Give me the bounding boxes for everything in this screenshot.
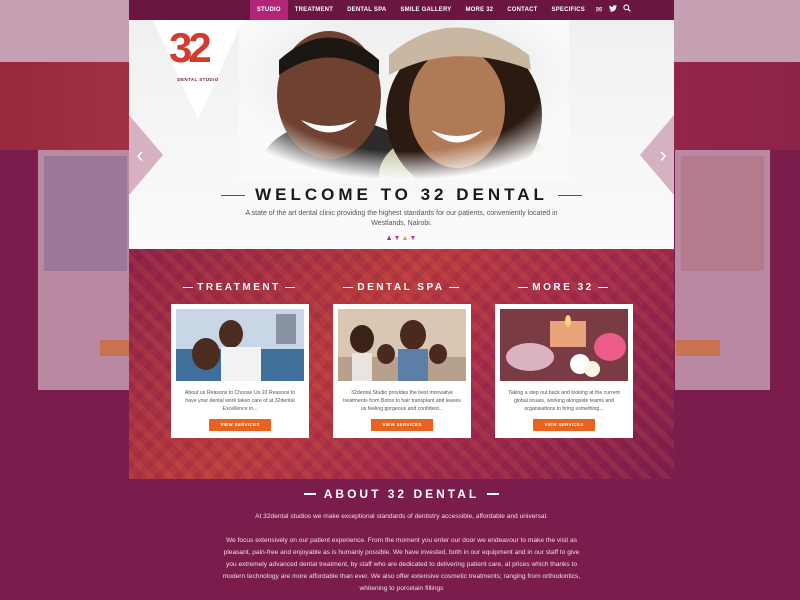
dental-spa-card: 32dental Studio provides the best innova… [333, 304, 471, 438]
backdrop-button-right [676, 340, 720, 356]
title-dash-left [221, 194, 246, 196]
top-navigation: STUDIO TREATMENT DENTAL SPA SMILE GALLER… [129, 0, 674, 20]
treatment-view-services-button[interactable]: VIEW SERVICES [209, 419, 271, 431]
services-section: TREATMENT DENTAL SPA MORE 32 About us Re… [129, 249, 674, 479]
hero-banner: 32 DENTAL STUDIO ‹ › WELCOME TO 32 DENTA… [129, 20, 674, 249]
nav-item-treatment[interactable]: TREATMENT [288, 0, 340, 20]
logo-text: DENTAL STUDIO [177, 77, 219, 82]
mail-icon[interactable]: ✉ [592, 0, 606, 20]
treatment-photo [176, 309, 304, 381]
nav-item-contact[interactable]: CONTACT [500, 0, 544, 20]
more-32-card: Taking a step out back and looking at th… [495, 304, 633, 438]
more-32-description: Taking a step out back and looking at th… [508, 390, 620, 412]
brand-logo[interactable]: 32 DENTAL STUDIO [153, 20, 243, 120]
treatment-heading: TREATMENT [169, 282, 309, 293]
hero-couple-photo [239, 20, 569, 180]
title-dash-right [557, 194, 582, 196]
about-section: ABOUT 32 DENTAL At 32dental studios we m… [129, 479, 674, 600]
dental-spa-view-services-button[interactable]: VIEW SERVICES [371, 419, 433, 431]
about-intro-text: At 32dental studios we make exceptional … [255, 513, 548, 520]
dental-spa-description: 32dental Studio provides the best innova… [343, 390, 461, 412]
nav-item-dental-spa[interactable]: DENTAL SPA [340, 0, 393, 20]
treatment-description: About us Reasons to Choose Us 10 Reasons… [184, 390, 296, 412]
more-32-heading: MORE 32 [493, 282, 633, 293]
about-heading: ABOUT 32 DENTAL [303, 487, 500, 501]
website-page: STUDIO TREATMENT DENTAL SPA SMILE GALLER… [129, 0, 674, 600]
welcome-title: WELCOME TO 32 DENTAL [255, 185, 548, 205]
welcome-title-row: WELCOME TO 32 DENTAL [221, 185, 582, 205]
welcome-block: WELCOME TO 32 DENTAL A state of the art … [129, 183, 674, 242]
triangle-decoration-icon: ▲▼▲▼ [385, 235, 418, 243]
logo-number: 32 [169, 24, 212, 71]
welcome-subtitle: A state of the art dental clinic providi… [245, 210, 558, 228]
treatment-card: About us Reasons to Choose Us 10 Reasons… [171, 304, 309, 438]
nav-item-specifics[interactable]: SPECIFICS [545, 0, 592, 20]
dental-spa-photo [338, 309, 466, 381]
search-icon[interactable] [620, 0, 634, 20]
nav-item-studio[interactable]: STUDIO [249, 0, 288, 20]
more-32-view-services-button[interactable]: VIEW SERVICES [533, 419, 595, 431]
dental-spa-heading: DENTAL SPA [331, 282, 471, 293]
more-32-photo [500, 309, 628, 381]
twitter-icon[interactable] [606, 0, 620, 20]
nav-item-smile-gallery[interactable]: SMILE GALLERY [393, 0, 458, 20]
about-body-text: We focus extensively on our patient expe… [222, 537, 581, 592]
nav-item-more-32[interactable]: MORE 32 [458, 0, 500, 20]
